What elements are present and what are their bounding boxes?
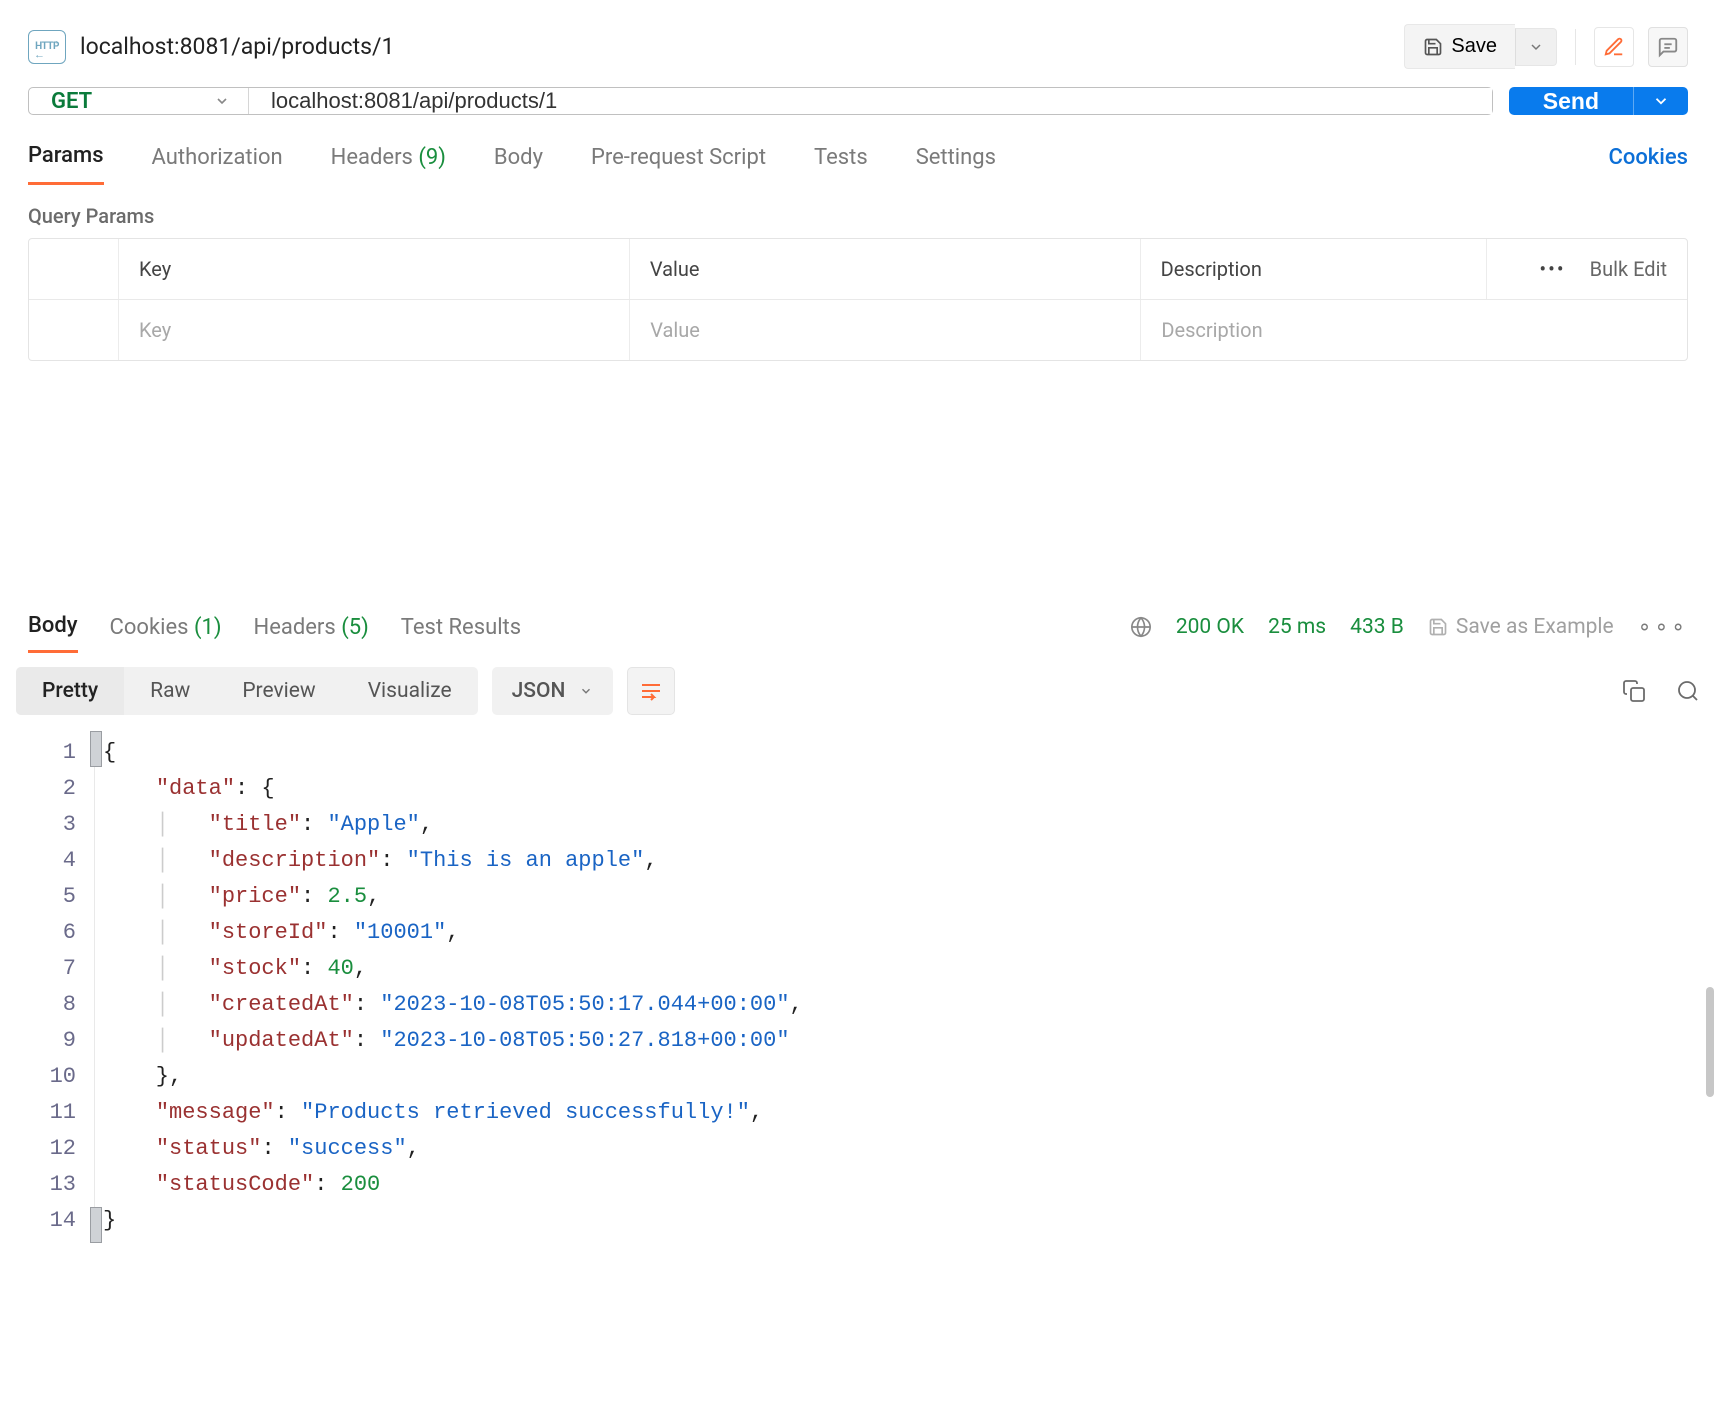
tab-authorization[interactable]: Authorization	[152, 145, 283, 184]
view-pretty[interactable]: Pretty	[16, 667, 124, 715]
send-button[interactable]: Send	[1509, 87, 1633, 115]
more-actions[interactable]: ∘∘∘	[1638, 615, 1688, 640]
request-line: GET Send	[0, 69, 1716, 115]
scrollbar[interactable]	[1706, 987, 1714, 1097]
save-label: Save	[1451, 35, 1497, 58]
tab-tests[interactable]: Tests	[814, 145, 868, 184]
key-placeholder[interactable]: Key	[119, 300, 630, 360]
search-icon[interactable]	[1676, 679, 1700, 703]
save-icon	[1423, 37, 1443, 57]
globe-icon[interactable]	[1130, 616, 1152, 638]
line-gutter: 1234567891011121314	[10, 729, 94, 1245]
json-code: { "data": { │ "title": "Apple", │ "descr…	[94, 729, 1706, 1245]
save-as-example[interactable]: Save as Example	[1428, 615, 1614, 639]
divider	[1575, 29, 1576, 65]
request-header: →HTTP← localhost:8081/api/products/1 Sav…	[0, 0, 1716, 69]
save-icon	[1428, 617, 1448, 637]
http-method-select[interactable]: GET	[29, 88, 249, 114]
headers-count: (9)	[418, 145, 446, 170]
request-tabs: Params Authorization Headers (9) Body Pr…	[0, 115, 1716, 186]
table-row[interactable]: Key Value Description	[29, 300, 1687, 360]
response-tabs: Body Cookies (1) Headers (5) Test Result…	[0, 601, 1716, 653]
view-raw[interactable]: Raw	[124, 667, 216, 715]
resp-tab-test-results[interactable]: Test Results	[401, 603, 521, 652]
col-checkbox	[29, 239, 119, 299]
cookies-link[interactable]: Cookies	[1608, 145, 1688, 184]
response-body[interactable]: 1234567891011121314 { "data": { │ "title…	[0, 729, 1716, 1245]
resp-tab-body[interactable]: Body	[28, 601, 78, 653]
save-button[interactable]: Save	[1404, 24, 1515, 69]
wrap-icon	[639, 679, 663, 703]
format-select[interactable]: JSON	[492, 667, 614, 715]
tab-params[interactable]: Params	[28, 143, 104, 185]
col-value: Value	[630, 239, 1141, 299]
tab-body[interactable]: Body	[494, 145, 543, 184]
view-mode-tabs: Pretty Raw Preview Visualize	[16, 667, 478, 715]
view-visualize[interactable]: Visualize	[342, 667, 478, 715]
edit-button[interactable]	[1594, 27, 1634, 67]
http-method-value: GET	[51, 89, 92, 114]
url-input[interactable]	[249, 88, 1492, 114]
pencil-icon	[1603, 36, 1625, 58]
request-title[interactable]: localhost:8081/api/products/1	[80, 33, 1390, 60]
response-view-toolbar: Pretty Raw Preview Visualize JSON	[0, 653, 1716, 729]
copy-icon[interactable]	[1622, 679, 1646, 703]
send-dropdown[interactable]	[1633, 87, 1688, 115]
view-preview[interactable]: Preview	[216, 667, 341, 715]
resp-tab-headers[interactable]: Headers (5)	[254, 603, 369, 652]
response-size: 433 B	[1350, 615, 1404, 639]
http-badge-icon: →HTTP←	[28, 30, 66, 64]
query-params-label: Query Params	[0, 186, 1716, 238]
wrap-lines-button[interactable]	[627, 667, 675, 715]
query-params-table: Key Value Description ••• Bulk Edit Key …	[28, 238, 1688, 361]
chevron-down-icon	[1528, 39, 1544, 55]
chevron-down-icon	[579, 684, 593, 698]
col-actions: ••• Bulk Edit	[1487, 239, 1687, 299]
col-description: Description	[1141, 239, 1487, 299]
bulk-edit-link[interactable]: Bulk Edit	[1590, 257, 1667, 281]
tab-prerequest[interactable]: Pre-request Script	[591, 145, 766, 184]
status-code: 200 OK	[1176, 615, 1244, 639]
resp-tab-cookies[interactable]: Cookies (1)	[110, 603, 222, 652]
more-icon[interactable]: •••	[1539, 257, 1565, 281]
chevron-down-icon	[214, 93, 230, 109]
tab-headers[interactable]: Headers (9)	[331, 145, 446, 184]
save-dropdown[interactable]	[1515, 28, 1557, 66]
value-placeholder[interactable]: Value	[630, 300, 1141, 360]
chevron-down-icon	[1652, 92, 1670, 110]
tab-settings[interactable]: Settings	[916, 145, 996, 184]
comments-button[interactable]	[1648, 27, 1688, 67]
col-key: Key	[119, 239, 630, 299]
save-button-group: Save	[1404, 24, 1557, 69]
table-header: Key Value Description ••• Bulk Edit	[29, 239, 1687, 300]
desc-placeholder[interactable]: Description	[1141, 300, 1487, 360]
comment-icon	[1657, 36, 1679, 58]
response-time: 25 ms	[1268, 615, 1326, 639]
